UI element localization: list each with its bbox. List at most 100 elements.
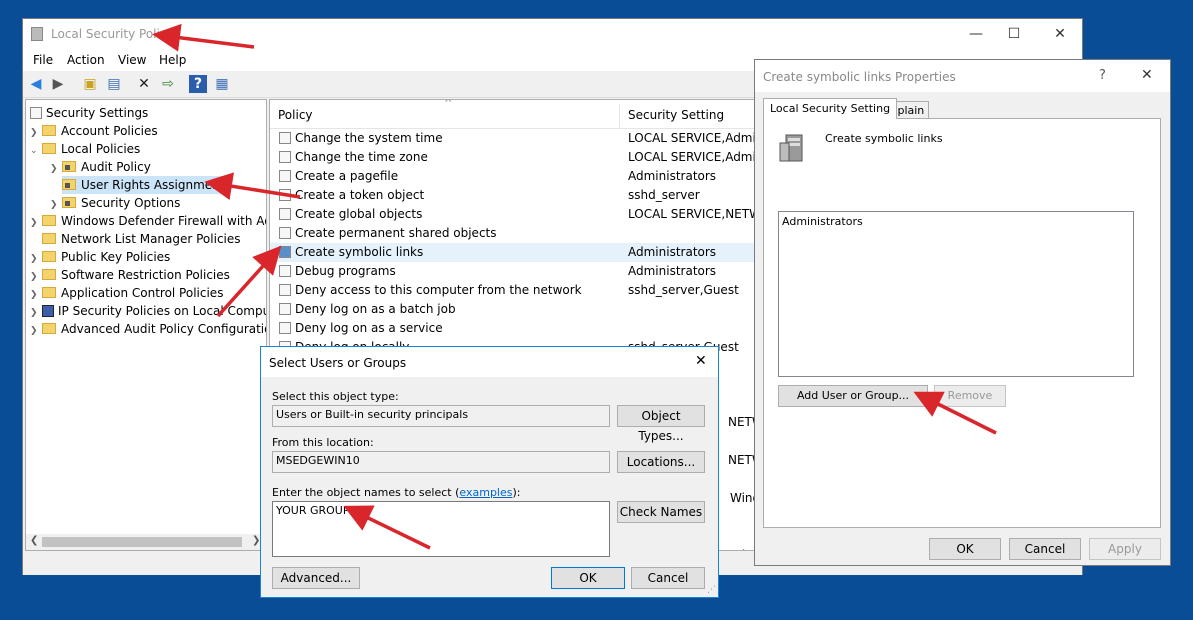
properties-icon[interactable]: ▦ — [213, 75, 231, 93]
object-names-label: Enter the object names to select (exampl… — [272, 486, 521, 499]
close-icon[interactable]: ✕ — [695, 353, 707, 369]
locations-button[interactable]: Locations... — [617, 451, 705, 473]
folder-icon — [42, 287, 56, 298]
dialog-title: Select Users or Groups — [269, 356, 407, 370]
policy-name: Change the system time — [295, 131, 443, 145]
security-setting-value: Administrators — [628, 245, 717, 259]
add-user-or-group-button[interactable]: Add User or Group... — [778, 385, 928, 407]
tree-item-software-restriction[interactable]: ❯ Software Restriction Policies — [30, 266, 230, 284]
policy-icon — [279, 303, 291, 315]
tree-item-security-options[interactable]: ❯ Security Options — [50, 194, 180, 212]
object-type-field: Users or Built-in security principals — [272, 405, 610, 427]
scroll-thumb[interactable] — [42, 537, 242, 547]
folder-icon — [42, 215, 56, 226]
expand-icon[interactable]: ❯ — [30, 322, 42, 340]
dialog-title-bar[interactable]: Select Users or Groups ✕ — [261, 347, 718, 377]
policy-icon — [279, 265, 291, 277]
folder-icon — [42, 323, 56, 334]
minimize-icon[interactable]: — — [967, 25, 985, 43]
policy-name: Create a pagefile — [295, 169, 399, 183]
policy-name: Create global objects — [295, 207, 423, 221]
tree-item-advanced-audit[interactable]: ❯ Advanced Audit Policy Configuration — [30, 320, 266, 340]
help-icon[interactable]: ? — [189, 75, 207, 93]
folder-icon — [42, 251, 56, 262]
scroll-left-icon[interactable]: ❮ — [30, 535, 38, 546]
tree-item-public-key[interactable]: ❯ Public Key Policies — [30, 248, 170, 266]
tree-item-account-policies[interactable]: ❯ Account Policies — [30, 122, 158, 140]
expand-icon[interactable]: ❯ — [50, 160, 62, 178]
security-setting-value: Administrators — [628, 169, 717, 183]
column-header-security-setting[interactable]: Security Setting — [628, 104, 724, 126]
window-title: Local Security Policy — [51, 27, 174, 41]
policy-name: Create symbolic links — [295, 245, 424, 259]
ok-button[interactable]: OK — [929, 538, 1001, 560]
policy-name: Change the time zone — [295, 150, 428, 164]
title-bar[interactable]: Local Security Policy — ☐ ✕ — [23, 19, 1082, 49]
object-type-label: Select this object type: — [272, 390, 399, 403]
folder-icon — [62, 179, 76, 190]
examples-link[interactable]: examples — [459, 486, 512, 499]
create-symbolic-links-properties-dialog: Create symbolic links Properties ? ✕ Loc… — [754, 59, 1171, 566]
policy-icon — [279, 246, 291, 258]
menu-file[interactable]: File — [33, 53, 53, 67]
apply-button[interactable]: Apply — [1089, 538, 1161, 560]
tree-item-local-policies[interactable]: ⌄ Local Policies — [30, 140, 140, 158]
cancel-button[interactable]: Cancel — [631, 567, 705, 589]
ok-button[interactable]: OK — [551, 567, 625, 589]
object-types-button[interactable]: Object Types... — [617, 405, 705, 443]
policy-name: Create permanent shared objects — [295, 226, 497, 240]
menu-action[interactable]: Action — [67, 53, 105, 67]
advanced-button[interactable]: Advanced... — [272, 567, 360, 589]
column-header-policy[interactable]: Policy — [278, 104, 313, 126]
tab-local-security-setting[interactable]: Local Security Setting — [763, 98, 898, 119]
folder-icon — [42, 269, 56, 280]
help-icon[interactable]: ? — [1099, 68, 1106, 83]
up-folder-icon[interactable]: ▣ — [81, 75, 99, 93]
close-icon[interactable]: ✕ — [1051, 25, 1069, 43]
policy-icon — [279, 151, 291, 163]
policy-icon — [279, 284, 291, 296]
sort-ascending-icon: ^ — [444, 99, 453, 109]
object-names-input[interactable]: YOUR GROUP — [272, 501, 610, 557]
policy-icon — [279, 132, 291, 144]
tree-item-security-settings[interactable]: Security Settings — [30, 104, 148, 122]
member-item[interactable]: Administrators — [782, 215, 863, 228]
back-arrow-icon[interactable]: ◀ — [27, 75, 45, 93]
tree-item-firewall[interactable]: ❯ Windows Defender Firewall with Adva — [30, 212, 266, 230]
show-hide-tree-icon[interactable]: ▤ — [105, 75, 123, 93]
select-users-or-groups-dialog: Select Users or Groups ✕ Select this obj… — [260, 346, 719, 598]
folder-icon — [42, 125, 56, 136]
tree-item-application-control[interactable]: ❯ Application Control Policies — [30, 284, 223, 302]
policy-icon — [279, 189, 291, 201]
export-list-icon[interactable]: ⇨ — [159, 75, 177, 93]
ip-security-icon — [42, 305, 54, 317]
server-icon — [778, 133, 806, 163]
resize-grip-icon[interactable]: ⋰ — [707, 585, 716, 595]
forward-arrow-icon[interactable]: ▶ — [49, 75, 67, 93]
app-icon — [31, 27, 43, 41]
policy-name: Create a token object — [295, 188, 425, 202]
maximize-icon[interactable]: ☐ — [1005, 25, 1023, 43]
close-icon[interactable]: ✕ — [1141, 67, 1153, 83]
check-names-button[interactable]: Check Names — [617, 501, 705, 523]
policy-name: Deny access to this computer from the ne… — [295, 283, 582, 297]
tree-item-user-rights-assignment[interactable]: User Rights Assignment — [62, 176, 229, 194]
folder-icon — [42, 233, 56, 244]
tree-horizontal-scrollbar[interactable]: ❮ ❯ — [26, 534, 266, 550]
cancel-button[interactable]: Cancel — [1009, 538, 1081, 560]
security-setting-value: Administrators — [628, 264, 717, 278]
tree-item-audit-policy[interactable]: ❯ Audit Policy — [50, 158, 151, 176]
delete-icon[interactable]: ✕ — [135, 75, 153, 93]
tree-item-network-list[interactable]: Network List Manager Policies — [30, 230, 241, 248]
collapse-icon[interactable]: ⌄ — [30, 142, 42, 160]
dialog-title-bar[interactable]: Create symbolic links Properties ? ✕ — [755, 60, 1170, 92]
menu-help[interactable]: Help — [159, 53, 186, 67]
members-listbox[interactable]: Administrators — [778, 211, 1134, 377]
remove-button[interactable]: Remove — [934, 385, 1006, 407]
policy-icon — [279, 227, 291, 239]
security-settings-icon — [30, 107, 42, 119]
tree-item-ip-security[interactable]: ❯ IP Security Policies on Local Compute — [30, 302, 266, 320]
column-divider[interactable] — [619, 104, 620, 128]
security-setting-value: LOCAL SERVICE,NETWO — [628, 207, 771, 221]
menu-view[interactable]: View — [118, 53, 146, 67]
